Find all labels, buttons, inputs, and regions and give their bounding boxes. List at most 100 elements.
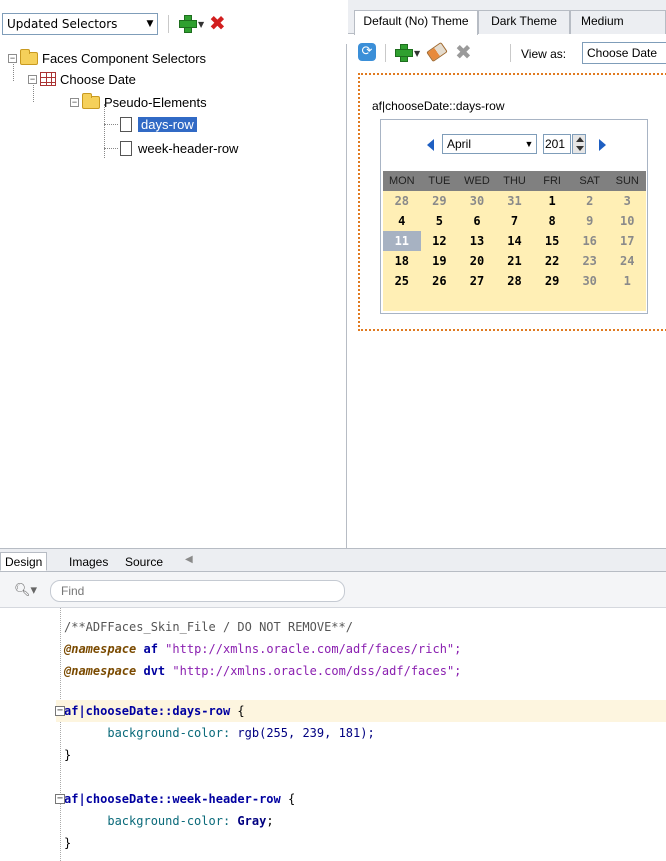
week-header-row: MON TUE WED THU FRI SAT SUN [383,171,646,191]
calendar-day[interactable]: 23 [571,251,609,271]
tree-node-pseudo-elements[interactable]: − Pseudo-Elements [70,92,207,112]
calendar-day[interactable]: 1 [608,271,646,291]
add-icon[interactable] [178,14,197,33]
view-as-label: View as: [521,47,567,61]
calendar-day[interactable]: 1 [533,191,571,211]
year-input[interactable]: 201 [543,134,571,154]
collapse-toggle-icon[interactable]: − [70,97,79,107]
calendar-day[interactable]: 6 [458,211,496,231]
tree-node-choose-date[interactable]: − Choose Date [28,69,136,89]
code-line: background-color: Gray; [107,814,274,828]
calendar-day[interactable]: 21 [496,251,534,271]
calendar-day[interactable]: 24 [608,251,646,271]
tab-default-theme[interactable]: Default (No) Theme [354,10,478,35]
folder-open-icon [82,92,100,109]
calendar-day[interactable]: 25 [383,271,421,291]
code-line: @namespace af "http://xmlns.oracle.com/a… [64,642,462,656]
calendar-day[interactable]: 29 [533,271,571,291]
year-spinner-icon[interactable] [572,134,586,154]
tree-node-root[interactable]: − Faces Component Selectors [8,48,206,68]
calendar-day[interactable]: 4 [383,211,421,231]
code-line: af|chooseDate::week-header-row { [64,792,296,806]
calendar-day[interactable]: 30 [571,271,609,291]
calendar-day[interactable]: 28 [496,271,534,291]
add-dropdown-icon[interactable]: ▼ [414,49,420,58]
document-icon [120,116,132,132]
weekday-label: MON [388,175,415,187]
tree-node-label: Pseudo-Elements [104,94,207,110]
calendar-day[interactable]: 5 [421,211,459,231]
tab-dark-theme[interactable]: Dark Theme [478,10,570,34]
calendar-day[interactable]: 27 [458,271,496,291]
chevron-down-icon[interactable]: ▼ [522,139,536,149]
calendar-day[interactable]: 17 [608,231,646,251]
weekday-label: FRI [543,175,561,187]
selector-filter-value: Updated Selectors [7,17,118,31]
find-input[interactable]: Find [50,580,345,602]
month-value: April [447,137,472,151]
code-line: @namespace dvt "http://xmlns.oracle.com/… [64,664,462,678]
delete-icon[interactable]: ✖ [209,13,226,33]
collapse-toggle-icon[interactable]: − [28,74,37,84]
fold-collapse-icon[interactable]: − [55,706,65,716]
tab-scroll-left-icon[interactable]: ◀ [185,554,193,565]
calendar-day[interactable]: 10 [608,211,646,231]
code-line-current: af|chooseDate::days-row { [56,700,666,722]
calendar-day[interactable]: 30 [458,191,496,211]
weekday-label: SAT [579,175,600,187]
add-icon[interactable] [394,43,413,62]
calendar-day[interactable]: 26 [421,271,459,291]
search-icon[interactable]: 🔍︎▾ [14,583,37,598]
code-line: /**ADFFaces_Skin_File / DO NOT REMOVE**/ [64,620,353,634]
calendar-day[interactable]: 11 [383,231,421,251]
preview-selector-label: af|chooseDate::days-row [372,99,505,113]
tab-medium-theme[interactable]: Medium [570,10,666,34]
fold-collapse-icon[interactable]: − [55,794,65,804]
find-bar: 🔍︎▾ Find [0,572,666,608]
add-dropdown-icon[interactable]: ▼ [198,20,204,29]
chevron-down-icon[interactable]: ▼ [143,19,157,29]
tab-source[interactable]: Source [120,552,168,571]
weekday-label: TUE [428,175,451,187]
calendar-header: April ▼ 201 [381,120,647,168]
calendar-day[interactable]: 7 [496,211,534,231]
calendar-day[interactable]: 19 [421,251,459,271]
calendar-day[interactable]: 8 [533,211,571,231]
source-editor[interactable]: /**ADFFaces_Skin_File / DO NOT REMOVE**/… [0,608,666,861]
collapse-toggle-icon[interactable]: − [8,53,17,63]
calendar-day[interactable]: 2 [571,191,609,211]
view-as-value: Choose Date [587,46,658,60]
calendar-day[interactable]: 15 [533,231,571,251]
folder-open-icon [20,48,38,65]
next-month-icon[interactable] [599,139,606,151]
remove-icon[interactable]: ✖ [455,42,472,62]
month-select[interactable]: April ▼ [442,134,537,154]
calendar-day[interactable]: 3 [608,191,646,211]
calendar-day[interactable]: 9 [571,211,609,231]
calendar-day[interactable]: 29 [421,191,459,211]
calendar-day[interactable]: 28 [383,191,421,211]
preview-panel: Default (No) Theme Dark Theme Medium ⟳ ▼… [348,0,666,548]
component-preview: af|chooseDate::days-row April ▼ 201 MON … [358,73,666,331]
calendar-day[interactable]: 14 [496,231,534,251]
prev-month-icon[interactable] [427,139,434,151]
calendar-day[interactable]: 18 [383,251,421,271]
calendar-day[interactable]: 16 [571,231,609,251]
calendar-day[interactable]: 22 [533,251,571,271]
fold-guide [60,608,61,861]
editor-gutter [0,608,57,861]
calendar-day[interactable]: 31 [496,191,534,211]
code-line: background-color: rgb(255, 239, 181); [107,726,375,740]
selector-filter-combo[interactable]: Updated Selectors ▼ [2,13,158,35]
tab-design[interactable]: Design [0,552,48,571]
tree-node-days-row[interactable]: days-row [120,114,197,134]
tree-node-week-header-row[interactable]: week-header-row [120,138,238,158]
refresh-icon[interactable]: ⟳ [358,43,376,61]
calendar-day[interactable]: 12 [421,231,459,251]
view-as-combo[interactable]: Choose Date [582,42,666,64]
selector-tree: − Faces Component Selectors − Choose Dat… [0,44,346,544]
calendar-day[interactable]: 13 [458,231,496,251]
calendar-day[interactable]: 20 [458,251,496,271]
tree-node-label: Faces Component Selectors [42,50,207,66]
tab-images[interactable]: Images [64,552,113,571]
